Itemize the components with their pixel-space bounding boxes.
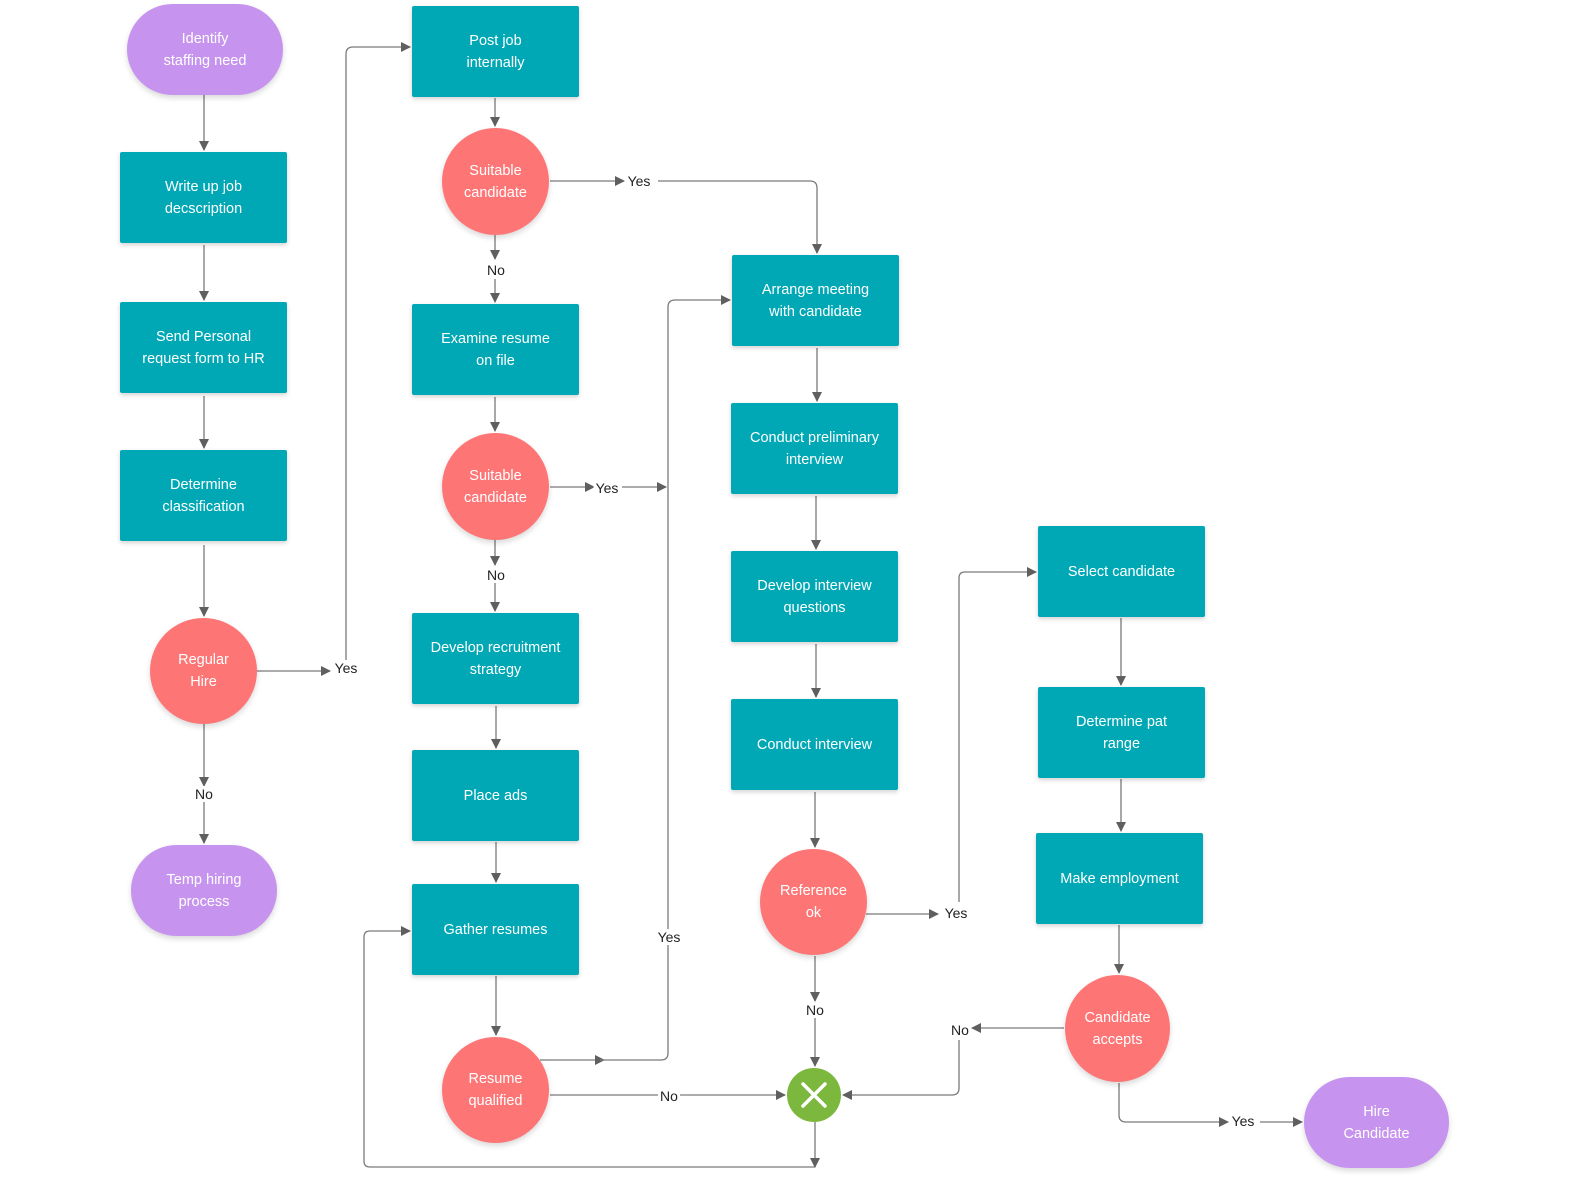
edge-label-yes: Yes (625, 173, 653, 189)
decision-reference-ok[interactable]: Reference ok (760, 849, 867, 955)
node-label: Resume qualified (468, 1071, 523, 1109)
process-arrange-meeting[interactable]: Arrange meeting with candidate (732, 255, 899, 346)
process-select-candidate[interactable]: Select candidate (1038, 526, 1205, 617)
decision-regular-hire[interactable]: Regular Hire (150, 618, 257, 724)
node-label: Select candidate (1067, 563, 1176, 580)
node-label: Conduct preliminary interview (750, 429, 879, 468)
edge-yes-to-arrange (600, 295, 731, 1061)
edge-label-yes: Yes (942, 905, 970, 921)
node-label: Temp hiring process (166, 871, 242, 910)
node-label: Place ads (463, 787, 528, 804)
node-label: Hire Candidate (1343, 1103, 1410, 1142)
decision-candidate-accepts[interactable]: Candidate accepts (1065, 975, 1170, 1082)
node-label: Suitable candidate (464, 162, 527, 201)
node-label: Reference ok (780, 883, 847, 921)
node-label: Candidate accepts (1084, 1009, 1151, 1048)
process-make-employment[interactable]: Make employment (1036, 833, 1203, 924)
node-label: Identify staffing need (163, 30, 247, 69)
edge-no-merge (842, 1040, 960, 1100)
node-label: Write up job decscription (164, 178, 243, 217)
process-gather-resumes[interactable]: Gather resumes (412, 884, 579, 975)
edge-label-no: No (804, 1002, 826, 1018)
process-determine-pay-range[interactable]: Determine pat range (1038, 687, 1205, 778)
process-develop-recruitment-strategy[interactable]: Develop recruitment strategy (412, 613, 579, 704)
node-label: Examine resume on file (441, 330, 550, 369)
node-label: Determine pat range (1075, 713, 1168, 752)
edge-label-no: No (658, 1088, 680, 1104)
terminal-temp-hiring-process[interactable]: Temp hiring process (131, 845, 277, 936)
edge-label-yes: Yes (1229, 1113, 1257, 1129)
edge-label-no: No (193, 786, 215, 802)
process-determine-classification[interactable]: Determine classification (120, 450, 287, 541)
node-label: Conduct interview (756, 736, 873, 753)
edge-yes-arrange (658, 180, 822, 254)
node-label: Post job internally (466, 32, 525, 71)
process-conduct-preliminary-interview[interactable]: Conduct preliminary interview (731, 403, 898, 494)
node-label: Develop interview questions (757, 577, 872, 616)
merge-end-node[interactable] (787, 1068, 841, 1122)
terminal-identify-staffing-need[interactable]: Identify staffing need (127, 4, 283, 95)
edge-label-no: No (485, 567, 507, 583)
edge-label-yes: Yes (332, 660, 360, 676)
decision-resume-qualified[interactable]: Resume qualified (442, 1037, 549, 1143)
node-label: Send Personal request form to HR (142, 328, 265, 367)
process-place-ads[interactable]: Place ads (412, 750, 579, 841)
decision-suitable-candidate-2[interactable]: Suitable candidate (442, 433, 549, 540)
node-label: Arrange meeting with candidate (761, 281, 870, 320)
node-label: Determine classification (162, 476, 245, 515)
process-conduct-interview[interactable]: Conduct interview (731, 699, 898, 790)
process-examine-resume[interactable]: Examine resume on file (412, 304, 579, 395)
terminal-hire-candidate[interactable]: Hire Candidate (1304, 1077, 1449, 1168)
close-x-icon (801, 1082, 827, 1108)
node-label: Make employment (1060, 870, 1179, 887)
node-label: Gather resumes (443, 921, 548, 938)
edge-yes-select (958, 567, 1037, 902)
edge-label-yes: Yes (593, 480, 621, 496)
node-label: Develop recruitment strategy (430, 639, 561, 678)
edge-yes-to-post (345, 42, 411, 660)
edge-accepts-yes (1118, 1083, 1229, 1127)
process-develop-interview-questions[interactable]: Develop interview questions (731, 551, 898, 642)
edge-label-yes: Yes (655, 929, 683, 945)
edge-label-no: No (485, 262, 507, 278)
process-write-job-description[interactable]: Write up job decscription (120, 152, 287, 243)
edge-label-no: No (949, 1022, 971, 1038)
decision-suitable-candidate-1[interactable]: Suitable candidate (442, 128, 549, 235)
process-send-request-form[interactable]: Send Personal request form to HR (120, 302, 287, 393)
node-label: Suitable candidate (464, 467, 527, 506)
node-label: Regular Hire (178, 652, 229, 690)
process-post-job-internally[interactable]: Post job internally (412, 6, 579, 97)
